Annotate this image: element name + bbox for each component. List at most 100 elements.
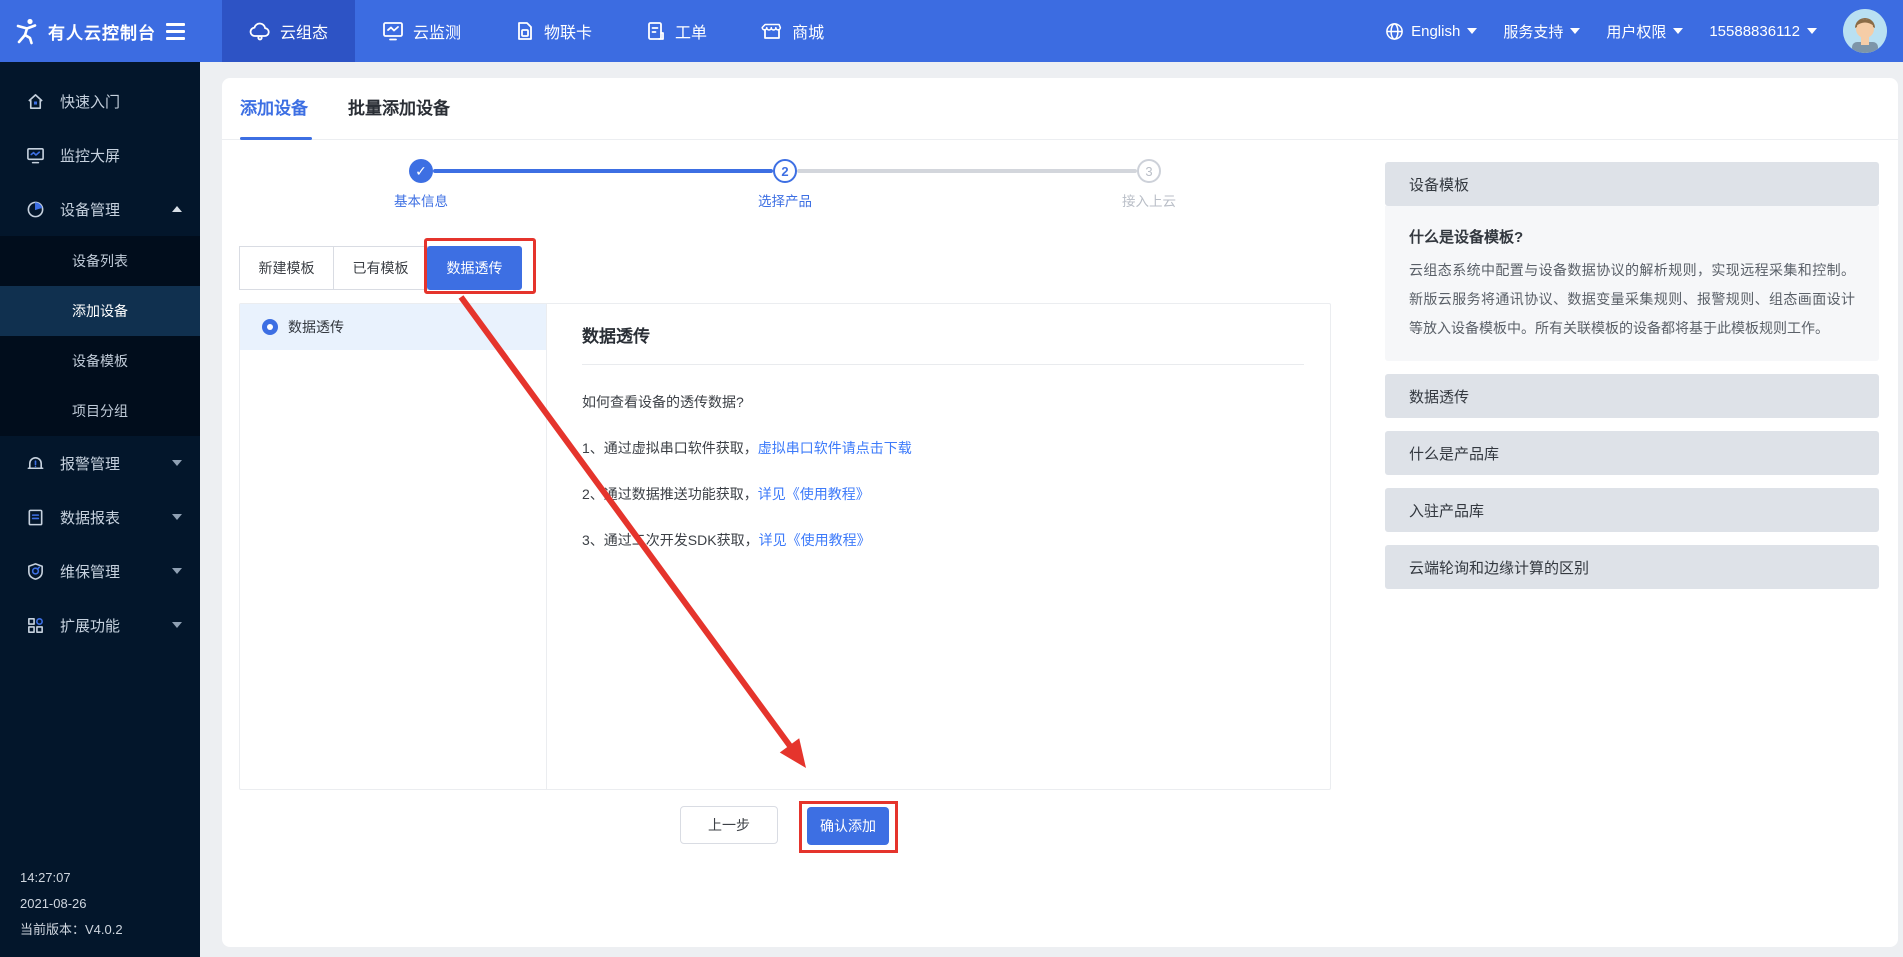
previous-step-button[interactable]: 上一步 [680, 806, 778, 844]
instruction-text: 3、通过二次开发SDK获取， [582, 532, 759, 548]
panel-title: 数据透传 [582, 322, 1304, 347]
big-screen-icon [26, 146, 45, 165]
current-date: 2021-08-26 [20, 891, 123, 917]
subitem-label: 设备模板 [72, 351, 128, 371]
sidebar-item-maintenance[interactable]: 维保管理 [0, 544, 200, 598]
brand-logo-icon [14, 17, 40, 45]
nav-item-label: 云监测 [413, 19, 461, 43]
chevron-down-icon [172, 568, 182, 574]
step-3-circle: 3 [1137, 159, 1161, 183]
help-panel-data-passthrough[interactable]: 数据透传 [1385, 374, 1879, 418]
panel-divider [582, 364, 1304, 365]
help-panel-device-template[interactable]: 设备模板 [1385, 162, 1879, 206]
device-management-submenu: 设备列表 添加设备 设备模板 项目分组 [0, 236, 200, 436]
chevron-down-icon [1807, 28, 1817, 34]
sidebar-item-alarm-management[interactable]: 报警管理 [0, 436, 200, 490]
permission-label: 用户权限 [1606, 21, 1666, 42]
account-phone: 15588836112 [1709, 23, 1800, 40]
radio-selected-icon[interactable] [262, 319, 278, 335]
check-icon: ✓ [415, 163, 427, 179]
language-label: English [1411, 23, 1460, 40]
chevron-down-icon [172, 514, 182, 520]
subitem-label: 添加设备 [72, 301, 128, 321]
sidebar-item-label: 监控大屏 [60, 145, 120, 166]
sidebar-subitem-device-list[interactable]: 设备列表 [0, 236, 200, 286]
nav-item-label: 工单 [675, 19, 707, 43]
sidebar-item-label: 快速入门 [60, 91, 120, 112]
help-panel-join-product-library[interactable]: 入驻产品库 [1385, 488, 1879, 532]
nav-item-iot-card[interactable]: 物联卡 [488, 0, 619, 62]
help-panel-body: 什么是设备模板? 云组态系统中配置与设备数据协议的解析规则，实现远程采集和控制。… [1385, 206, 1879, 361]
step-1-circle: ✓ [409, 159, 433, 183]
sidebar-item-label: 扩展功能 [60, 615, 120, 636]
avatar-image [1843, 9, 1887, 53]
tab-add-device[interactable]: 添加设备 [240, 78, 308, 140]
cloud-icon [249, 21, 271, 41]
chevron-down-icon [172, 460, 182, 466]
app-grid-icon [26, 616, 45, 635]
instruction-item: 3、通过二次开发SDK获取，详见《使用教程》 [582, 530, 1304, 550]
sidebar-subitem-add-device[interactable]: 添加设备 [0, 286, 200, 336]
sidebar-item-quick-start[interactable]: 快速入门 [0, 74, 200, 128]
sidebar-item-device-management[interactable]: 设备管理 [0, 182, 200, 236]
nav-item-mall[interactable]: 商城 [734, 0, 851, 62]
instruction-text: 2、通过数据推送功能获取， [582, 486, 758, 502]
brand[interactable]: 有人云控制台 [0, 0, 200, 62]
sidebar-footer: 14:27:07 2021-08-26 当前版本：V4.0.2 [20, 865, 123, 943]
template-tab-passthrough[interactable]: 数据透传 [427, 246, 522, 290]
sidebar-item-dashboard[interactable]: 监控大屏 [0, 128, 200, 182]
tutorial-link-push[interactable]: 详见《使用教程》 [758, 486, 870, 502]
nav-item-label: 物联卡 [544, 19, 592, 43]
passthrough-detail-panel: 数据透传 如何查看设备的透传数据? 1、通过虚拟串口软件获取，虚拟串口软件请点击… [547, 304, 1330, 789]
step-connector-pending [797, 169, 1137, 173]
step-connector-done [433, 169, 773, 173]
subitem-label: 设备列表 [72, 251, 128, 271]
template-tab-new[interactable]: 新建模板 [239, 246, 334, 290]
primary-nav: 云组态 云监测 物联卡 工单 [222, 0, 851, 62]
permission-menu[interactable]: 用户权限 [1606, 21, 1683, 42]
support-label: 服务支持 [1503, 21, 1563, 42]
navbar-right: English 服务支持 用户权限 15588836112 [1385, 0, 1903, 62]
download-virtual-serial-link[interactable]: 虚拟串口软件请点击下载 [758, 440, 912, 456]
step-3-label: 接入上云 [1089, 190, 1209, 210]
sidebar-item-data-report[interactable]: 数据报表 [0, 490, 200, 544]
nav-item-cloud-monitor[interactable]: 云监测 [355, 0, 488, 62]
nav-item-cloud-scada[interactable]: 云组态 [222, 0, 355, 62]
sidebar-item-extensions[interactable]: 扩展功能 [0, 598, 200, 652]
radio-label: 数据透传 [288, 317, 344, 337]
menu-toggle-icon[interactable] [166, 23, 185, 40]
sidebar-subitem-project-group[interactable]: 项目分组 [0, 386, 200, 436]
sidebar-item-label: 设备管理 [60, 199, 120, 220]
account-menu[interactable]: 15588836112 [1709, 23, 1817, 40]
monitor-icon [382, 21, 404, 41]
globe-icon [1385, 22, 1404, 41]
help-panel-what-is-product-library[interactable]: 什么是产品库 [1385, 431, 1879, 475]
tutorial-link-sdk[interactable]: 详见《使用教程》 [759, 532, 871, 548]
subitem-label: 项目分组 [72, 401, 128, 421]
template-tab-existing[interactable]: 已有模板 [333, 246, 428, 290]
option-data-passthrough[interactable]: 数据透传 [240, 304, 546, 350]
support-menu[interactable]: 服务支持 [1503, 21, 1580, 42]
language-selector[interactable]: English [1385, 22, 1477, 41]
avatar[interactable] [1843, 9, 1887, 53]
step-2-circle: 2 [773, 159, 797, 183]
chevron-down-icon [1570, 28, 1580, 34]
instruction-item: 1、通过虚拟串口软件获取，虚拟串口软件请点击下载 [582, 438, 1304, 458]
alarm-bell-icon [26, 454, 45, 473]
step-2-label: 选择产品 [725, 190, 845, 210]
option-list-pane: 数据透传 [240, 304, 547, 789]
help-panel-polling-vs-edge[interactable]: 云端轮询和边缘计算的区别 [1385, 545, 1879, 589]
passthrough-content-box: 数据透传 数据透传 如何查看设备的透传数据? 1、通过虚拟串口软件获取，虚拟串口… [239, 303, 1331, 790]
sidebar-subitem-device-template[interactable]: 设备模板 [0, 336, 200, 386]
chevron-down-icon [1467, 28, 1477, 34]
version-label: 当前版本：V4.0.2 [20, 917, 123, 943]
help-subtitle: 什么是设备模板? [1409, 226, 1855, 247]
nav-item-label: 云组态 [280, 19, 328, 43]
chevron-down-icon [172, 622, 182, 628]
confirm-add-button[interactable]: 确认添加 [807, 807, 889, 845]
help-column: 设备模板 什么是设备模板? 云组态系统中配置与设备数据协议的解析规则，实现远程采… [1385, 162, 1879, 589]
tab-batch-add-device[interactable]: 批量添加设备 [348, 78, 450, 140]
step-1-label: 基本信息 [361, 190, 481, 210]
nav-item-work-order[interactable]: 工单 [619, 0, 734, 62]
sidebar-item-label: 维保管理 [60, 561, 120, 582]
